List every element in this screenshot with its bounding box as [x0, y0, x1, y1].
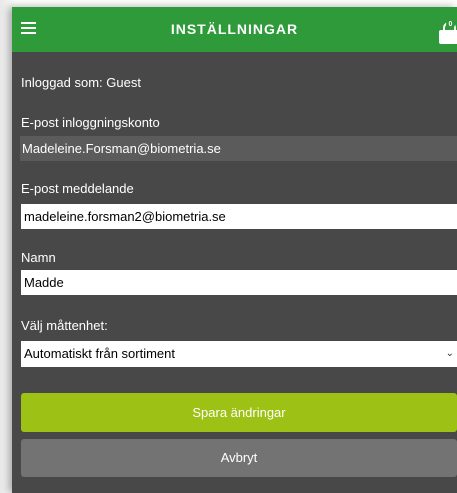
login-email-label: E-post inloggningskonto: [21, 115, 160, 130]
logged-in-label: Inloggad som: Guest: [21, 75, 141, 90]
shopping-bag-icon[interactable]: 0: [437, 16, 457, 46]
cart-count-badge: 0: [446, 20, 455, 29]
notify-email-field[interactable]: [21, 204, 457, 229]
app-header: INSTÄLLNINGAR 0: [12, 7, 457, 52]
unit-select[interactable]: Automatiskt från sortiment ⌄: [21, 341, 457, 367]
chevron-down-icon: ⌄: [445, 348, 454, 359]
page-title: INSTÄLLNINGAR: [170, 21, 299, 37]
settings-panel: INSTÄLLNINGAR 0 Inloggad som: Guest E-po…: [12, 7, 457, 493]
app-frame: INSTÄLLNINGAR 0 Inloggad som: Guest E-po…: [0, 0, 457, 493]
unit-selected-value: Automatiskt från sortiment: [24, 346, 175, 361]
notify-email-label: E-post meddelande: [21, 181, 134, 196]
unit-label: Välj måttenhet:: [21, 318, 108, 333]
name-field[interactable]: [21, 270, 457, 295]
name-label: Namn: [21, 250, 56, 265]
save-button[interactable]: Spara ändringar: [21, 393, 457, 432]
login-email-value: Madeleine.Forsman@biometria.se: [20, 136, 457, 161]
cancel-button[interactable]: Avbryt: [21, 439, 457, 477]
